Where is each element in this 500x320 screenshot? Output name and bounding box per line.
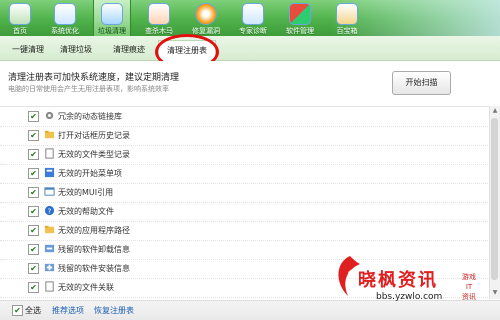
folder-icon (44, 130, 55, 139)
toolbar-trojan-button[interactable]: 查杀木马 (141, 0, 177, 36)
toolbar-optimize-button[interactable]: 系统优化 (47, 0, 83, 36)
list-item-label: 无效的文件类型记录 (58, 150, 130, 159)
toolbar-label: 修复漏洞 (192, 27, 220, 35)
list-item[interactable]: ✔ 冗余的动态链接库 (0, 107, 490, 127)
doctor-icon (242, 3, 264, 25)
toolbar-label: 首页 (13, 27, 27, 35)
tab-one-click-clean[interactable]: 一键清理 (6, 40, 50, 59)
start-menu-icon (44, 167, 55, 178)
toolbar-label: 系统优化 (51, 27, 79, 35)
scroll-thumb[interactable] (491, 118, 498, 280)
main-toolbar: 首页 系统优化 垃圾清理 查杀木马 修复漏洞 专家诊断 软件管理 百宝箱 (0, 0, 500, 36)
help-icon: ? (44, 205, 55, 215)
list-item-label: 无效的MUI引用 (58, 188, 114, 197)
list-item[interactable]: ✔ ? 无效的帮助文件 (0, 202, 490, 222)
horse-icon (148, 3, 170, 25)
select-all-checkbox[interactable]: ✔ (12, 305, 23, 316)
list-item-label: 无效的文件关联 (58, 283, 114, 292)
install-icon (44, 263, 55, 272)
list-item-label: 无效的开始菜单项 (58, 169, 122, 178)
checkbox-checked[interactable]: ✔ (28, 206, 39, 217)
checkbox-checked[interactable]: ✔ (28, 149, 39, 160)
toolbar-label: 专家诊断 (239, 27, 267, 35)
home-icon (9, 3, 31, 25)
gear-icon (45, 111, 54, 120)
toolbar-software-button[interactable]: 软件管理 (282, 0, 318, 36)
list-item[interactable]: ✔ 无效的应用程序路径 (0, 221, 490, 241)
list-item-label: 打开对话框历史记录 (58, 131, 130, 140)
checkbox-checked[interactable]: ✔ (28, 130, 39, 141)
checkbox-checked[interactable]: ✔ (28, 111, 39, 122)
list-item-label: 残留的软件卸载信息 (58, 245, 130, 254)
panel-headline: 清理注册表可加快系统速度，建议定期清理 (8, 73, 180, 83)
toolbar-label: 百宝箱 (336, 27, 358, 35)
checkbox-checked[interactable]: ✔ (28, 263, 39, 274)
list-item-label: 无效的应用程序路径 (58, 226, 130, 235)
recommended-options-link[interactable]: 推荐选项 (52, 305, 84, 316)
checkbox-checked[interactable]: ✔ (28, 282, 39, 293)
scroll-up-icon[interactable]: ▲ (491, 107, 499, 115)
checkbox-checked[interactable]: ✔ (28, 225, 39, 236)
toolbar-label: 软件管理 (286, 27, 314, 35)
list-item-label: 冗余的动态链接库 (58, 112, 122, 121)
toolbar-doctor-button[interactable]: 专家诊断 (235, 0, 271, 36)
restore-registry-link[interactable]: 恢复注册表 (94, 305, 134, 316)
list-scrollbar[interactable]: ▲ ▼ (489, 106, 500, 299)
list-item-label: 无效的帮助文件 (58, 207, 114, 216)
file-icon (45, 148, 54, 159)
toolbar-toolbox-button[interactable]: 百宝箱 (329, 0, 365, 36)
list-item[interactable]: ✔ 打开对话框历史记录 (0, 126, 490, 146)
checkbox-checked[interactable]: ✔ (28, 168, 39, 179)
fix-icon (195, 3, 217, 25)
tab-clean-registry[interactable]: 清理注册表 (158, 40, 216, 61)
toolbar-fix-button[interactable]: 修复漏洞 (188, 0, 224, 36)
registry-panel: 清理注册表可加快系统速度，建议定期清理 电脑的日常使用会产生无用注册表项，影响系… (0, 61, 500, 320)
software-icon (289, 3, 311, 25)
toolbar-clean-button[interactable]: 垃圾清理 (93, 0, 131, 36)
list-item-label: 残留的软件安装信息 (58, 264, 130, 273)
tab-bar: 一键清理 清理垃圾 清理痕迹 清理注册表 (0, 36, 500, 61)
start-scan-button[interactable]: 开始扫描 (392, 71, 451, 95)
toolbox-icon (336, 3, 358, 25)
list-item[interactable]: ✔ 无效的文件关联 (0, 278, 490, 298)
tab-clean-traces[interactable]: 清理痕迹 (104, 40, 154, 59)
svg-text:?: ? (48, 206, 52, 215)
folder-icon (44, 225, 55, 234)
tab-clean-junk[interactable]: 清理垃圾 (54, 40, 98, 59)
computer-icon (54, 3, 76, 25)
registry-item-list: ✔ 冗余的动态链接库 ✔ 打开对话框历史记录 ✔ 无效的文件类型记录 ✔ 无效的… (0, 106, 490, 300)
toolbar-label: 垃圾清理 (98, 27, 126, 35)
broom-icon (101, 3, 123, 25)
toolbar-label: 查杀木马 (145, 27, 173, 35)
file-icon (45, 281, 54, 292)
list-item[interactable]: ✔ 残留的软件卸载信息 (0, 240, 490, 260)
checkbox-checked[interactable]: ✔ (28, 187, 39, 198)
panel-subline: 电脑的日常使用会产生无用注册表项，影响系统效率 (8, 85, 169, 93)
panel-footer: ✔ 全选 推荐选项 恢复注册表 (0, 300, 500, 320)
list-item[interactable]: ✔ 无效的文件类型记录 (0, 145, 490, 165)
checkbox-checked[interactable]: ✔ (28, 244, 39, 255)
uninstall-icon (44, 244, 55, 253)
list-item[interactable]: ✔ 无效的MUI引用 (0, 183, 490, 203)
toolbar-home-button[interactable]: 首页 (2, 0, 38, 36)
scroll-down-icon[interactable]: ▼ (491, 289, 499, 297)
list-item[interactable]: ✔ 无效的开始菜单项 (0, 164, 490, 184)
window-icon (44, 187, 55, 196)
list-item[interactable]: ✔ 残留的软件安装信息 (0, 259, 490, 279)
select-all-label[interactable]: 全选 (25, 305, 41, 316)
